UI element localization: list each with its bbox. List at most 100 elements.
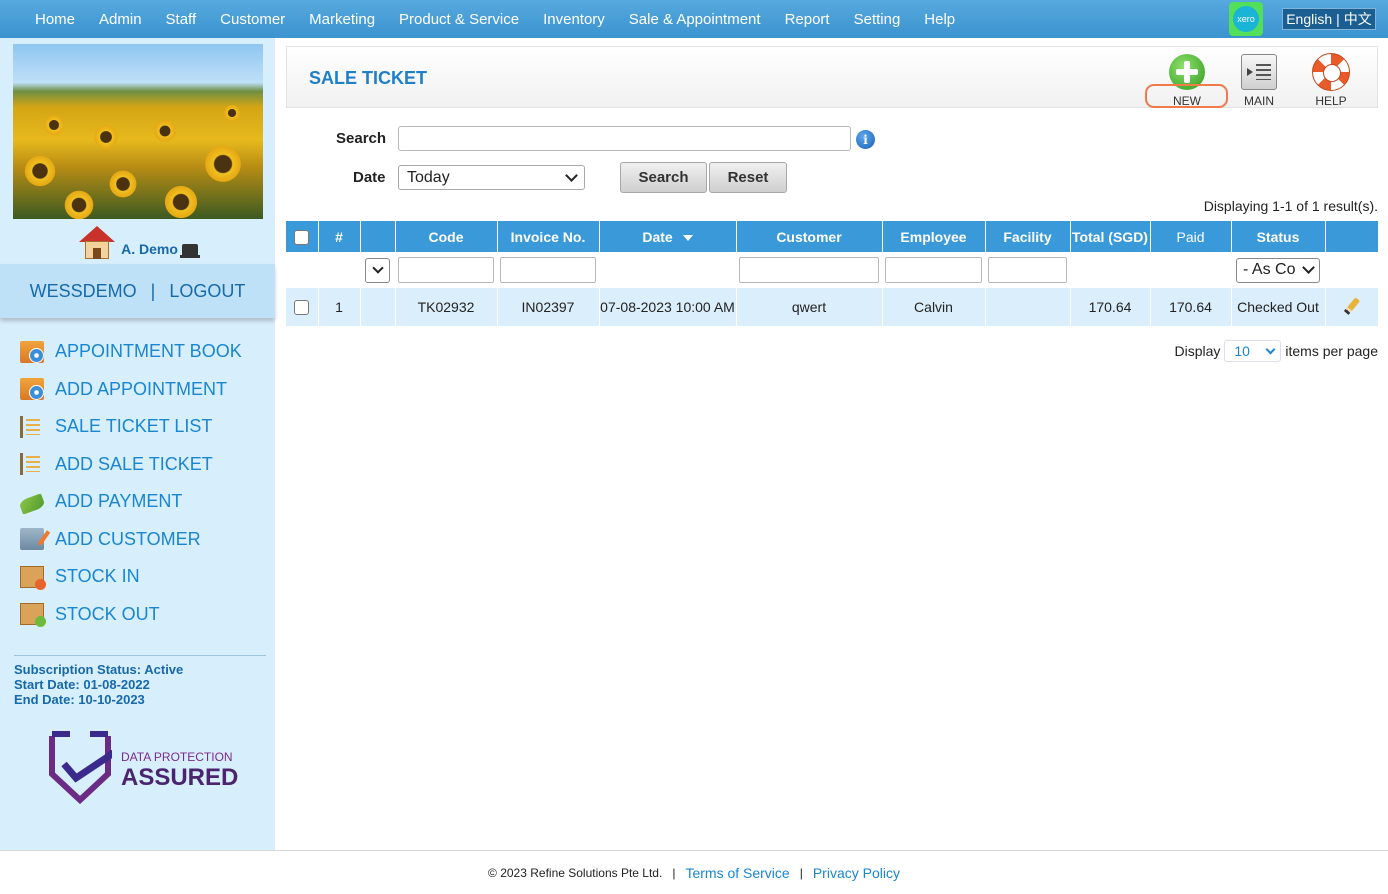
status-filter-value: - As Co xyxy=(1243,261,1296,278)
search-input[interactable] xyxy=(398,126,851,151)
sort-desc-icon xyxy=(682,234,693,241)
col-facility[interactable]: Facility xyxy=(985,221,1071,252)
quick-link-add-sale-ticket[interactable]: ADD SALE TICKET xyxy=(20,446,242,484)
account-separator: | xyxy=(150,280,156,301)
col-actions xyxy=(1325,221,1379,252)
xero-button[interactable]: xero xyxy=(1229,2,1263,36)
home-icon[interactable] xyxy=(77,226,117,260)
dpa-line2: ASSURED xyxy=(121,764,239,791)
subscription-start: Start Date: 01-08-2022 xyxy=(14,677,150,692)
quick-link-appointment-book[interactable]: APPOINTMENT BOOK xyxy=(20,333,242,371)
invoice-filter-input[interactable] xyxy=(500,257,596,283)
employee-filter-input[interactable] xyxy=(885,257,982,283)
quick-link-add-appointment[interactable]: ADD APPOINTMENT xyxy=(20,371,242,409)
customer-card-icon xyxy=(20,528,44,551)
new-button-highlight xyxy=(1145,84,1228,108)
nav-home[interactable]: Home xyxy=(23,11,87,28)
table-row[interactable]: 1 TK02932 IN02397 07-08-2023 10:00 AM qw… xyxy=(286,288,1379,326)
info-icon[interactable]: i xyxy=(856,130,875,149)
date-select[interactable]: Today xyxy=(398,165,585,190)
quick-link-stock-in[interactable]: STOCK IN xyxy=(20,558,242,596)
pager: Display 10 items per page xyxy=(1174,340,1378,362)
type-filter-select[interactable] xyxy=(365,257,390,283)
table-header: # Code Invoice No. Date Customer Employe… xyxy=(286,221,1379,252)
nav-marketing[interactable]: Marketing xyxy=(297,11,387,28)
nav-admin[interactable]: Admin xyxy=(87,11,154,28)
money-icon xyxy=(18,493,46,515)
nav-report[interactable]: Report xyxy=(773,11,842,28)
quick-link-label: ADD CUSTOMER xyxy=(55,528,201,549)
pager-items-label: items per page xyxy=(1285,343,1378,359)
nav-staff[interactable]: Staff xyxy=(154,11,209,28)
code-filter-input[interactable] xyxy=(398,257,494,283)
customer-filter-input[interactable] xyxy=(739,257,879,283)
main-button[interactable]: MAIN xyxy=(1229,51,1289,108)
chevron-down-icon xyxy=(1302,261,1315,274)
sunflower-photo xyxy=(13,44,263,219)
col-status[interactable]: Status xyxy=(1231,221,1326,252)
row-checkbox[interactable] xyxy=(294,299,310,315)
footer-separator: | xyxy=(799,865,803,880)
row-status: Checked Out xyxy=(1231,288,1326,326)
quick-link-sale-ticket-list[interactable]: SALE TICKET LIST xyxy=(20,408,242,446)
per-page-select[interactable]: 10 xyxy=(1224,340,1282,362)
header-select-all[interactable] xyxy=(286,221,319,252)
col-employee[interactable]: Employee xyxy=(882,221,986,252)
nav-product-service[interactable]: Product & Service xyxy=(387,11,531,28)
reset-button[interactable]: Reset xyxy=(709,162,787,193)
row-facility xyxy=(985,288,1071,326)
help-button[interactable]: HELP xyxy=(1301,51,1361,108)
lang-chinese[interactable]: 中文 xyxy=(1344,9,1372,29)
page-title: SALE TICKET xyxy=(309,68,428,88)
col-blank xyxy=(360,221,396,252)
chevron-down-icon xyxy=(565,168,578,182)
lang-english[interactable]: English xyxy=(1286,11,1332,27)
quick-links: APPOINTMENT BOOK ADD APPOINTMENT SALE TI… xyxy=(18,333,242,634)
chevron-down-icon xyxy=(371,262,384,274)
edit-pencil-icon[interactable] xyxy=(1343,297,1360,315)
user-bar: A. Demo xyxy=(0,226,275,262)
search-label: Search xyxy=(336,130,387,147)
quick-link-add-customer[interactable]: ADD CUSTOMER xyxy=(20,521,242,559)
col-invoice[interactable]: Invoice No. xyxy=(497,221,600,252)
nav-sale-appointment[interactable]: Sale & Appointment xyxy=(617,11,773,28)
sale-ticket-table: # Code Invoice No. Date Customer Employe… xyxy=(286,221,1379,326)
select-all-checkbox[interactable] xyxy=(294,229,310,245)
facility-filter-input[interactable] xyxy=(988,257,1067,283)
nav-customer[interactable]: Customer xyxy=(208,11,297,28)
logout-link[interactable]: LOGOUT xyxy=(169,281,245,302)
terms-link[interactable]: Terms of Service xyxy=(685,865,789,881)
xero-logo-icon: xero xyxy=(1233,6,1259,32)
nav-setting[interactable]: Setting xyxy=(842,11,913,28)
privacy-link[interactable]: Privacy Policy xyxy=(813,865,900,881)
status-filter-select[interactable]: - As Co xyxy=(1236,257,1320,283)
quick-link-stock-out[interactable]: STOCK OUT xyxy=(20,596,242,634)
row-employee: Calvin xyxy=(882,288,986,326)
date-label: Date xyxy=(353,169,386,186)
date-select-value: Today xyxy=(407,168,450,186)
col-total[interactable]: Total (SGD) xyxy=(1070,221,1151,252)
quick-link-add-payment[interactable]: ADD PAYMENT xyxy=(18,483,242,521)
row-total: 170.64 xyxy=(1070,288,1151,326)
footer-separator: | xyxy=(672,865,676,880)
search-button[interactable]: Search xyxy=(620,162,707,193)
row-invoice: IN02397 xyxy=(497,288,600,326)
top-nav: Home Admin Staff Customer Marketing Prod… xyxy=(0,0,1388,38)
results-summary: Displaying 1-1 of 1 result(s). xyxy=(1203,198,1378,214)
company-link[interactable]: WESSDEMO xyxy=(30,281,137,302)
list-icon xyxy=(1241,54,1277,90)
col-number: # xyxy=(318,221,361,252)
main-menu: Home Admin Staff Customer Marketing Prod… xyxy=(0,0,967,38)
calendar-icon xyxy=(20,340,44,363)
nav-help[interactable]: Help xyxy=(912,11,967,28)
box-in-icon xyxy=(20,565,46,590)
col-code[interactable]: Code xyxy=(395,221,498,252)
col-date[interactable]: Date xyxy=(599,221,737,252)
nav-inventory[interactable]: Inventory xyxy=(531,11,617,28)
calendar-add-icon xyxy=(20,378,44,401)
row-number: 1 xyxy=(318,288,361,326)
col-customer[interactable]: Customer xyxy=(736,221,883,252)
quick-link-label: APPOINTMENT BOOK xyxy=(55,341,242,362)
data-protection-badge: DATA PROTECTION ASSURED xyxy=(48,730,238,808)
filter-row: - As Co xyxy=(286,252,1378,288)
